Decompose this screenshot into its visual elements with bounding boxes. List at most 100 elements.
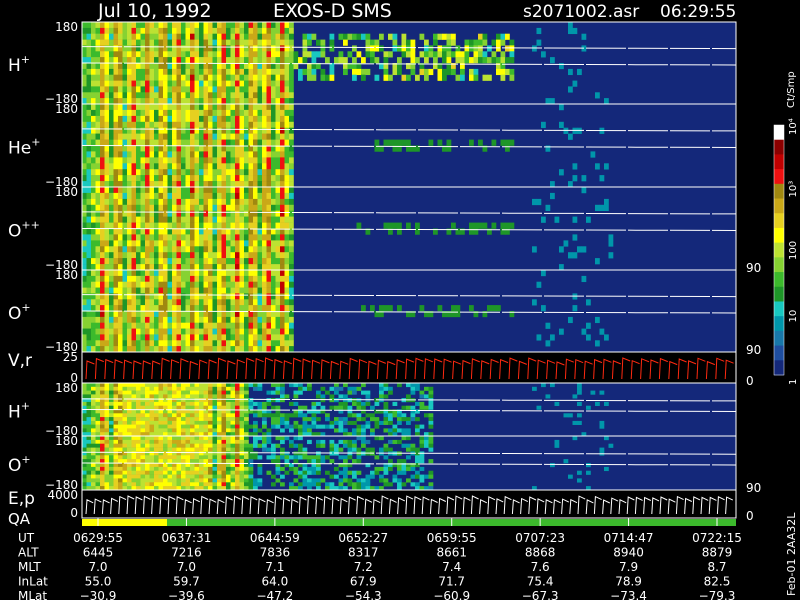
spectrogram-cell [185,104,191,111]
spectrogram-cell [185,398,191,403]
spectrogram-cell [347,470,353,475]
spectrogram-cell [325,455,330,460]
spectrogram-cell [280,394,285,399]
spectrogram-cell [221,57,227,64]
spectrogram-cell [127,264,132,271]
spectrogram-cell [140,428,146,433]
spectrogram-cell [181,222,186,229]
spectrogram-cell [181,39,186,46]
spectrogram-cell [374,39,380,46]
spectrogram-cell [541,216,546,223]
spectrogram-cell [401,405,407,410]
spectrogram-cell [383,417,389,422]
spectrogram-cell [334,386,339,391]
spectrogram-cell [289,455,294,460]
spectrogram-cell [163,405,168,410]
spectrogram-cell [149,240,155,247]
spectrogram-cell [172,346,177,353]
spectrogram-cell [199,299,204,306]
spectrogram-cell [122,80,128,87]
qa-label: QA [8,510,31,528]
spectrogram-cell [136,482,141,487]
spectrogram-cell [145,466,150,472]
spectrogram-cell [208,258,213,265]
spectrogram-cell [131,466,137,472]
spectrogram-cell [473,45,479,52]
spectrogram-cell [167,474,173,479]
spectrogram-cell [397,68,402,76]
spectrogram-cell [131,74,137,81]
spectrogram-cell [91,334,96,341]
spectrogram-cell [104,27,110,35]
spectrogram-cell [275,210,281,217]
spectrogram-cell [239,264,245,271]
spectrogram-cell [172,181,177,188]
spectrogram-cell [262,222,267,229]
spectrogram-cell [343,420,348,425]
spectrogram-cell [176,151,182,158]
spectrogram-cell [109,443,114,448]
spectrogram-cell [181,311,186,318]
spectrogram-cell [145,470,150,475]
spectrogram-cell [149,413,155,418]
spectrogram-cell [257,187,263,194]
spectrogram-cell [86,234,92,241]
spectrogram-cell [253,169,258,176]
spectrogram-cell [91,33,96,40]
spectrogram-cell [86,33,92,40]
spectrogram-cell [280,80,285,87]
spectrogram-cell [280,264,285,271]
spectrogram-cell [91,436,96,441]
spectrogram-cell [167,383,173,388]
y-tick-max: 180 [55,268,78,282]
spectrogram-cell [127,51,132,58]
spectrogram-cell [95,386,101,391]
spectrogram-cell [302,455,308,460]
spectrogram-cell [217,74,222,81]
spectrogram-cell [145,192,150,200]
spectrogram-cell [244,287,249,294]
ephemeris-value: 82.5 [704,575,731,589]
spectrogram-cell [568,474,573,479]
spectrogram-cell [248,234,254,241]
spectrogram-cell [244,383,249,388]
spectrogram-cell [338,401,344,406]
spectrogram-cell [235,121,240,129]
spectrogram-cell [194,222,200,229]
spectrogram-cell [194,68,200,76]
spectrogram-cell [289,299,294,306]
spectrogram-cell [266,27,272,35]
spectrogram-cell [230,424,236,429]
spectrogram-cell [230,383,236,388]
spectrogram-cell [388,466,393,472]
spectrogram-cell [505,57,510,64]
spectrogram-cell [176,401,182,406]
spectrogram-cell [127,109,132,117]
spectrogram-cell [208,443,213,448]
spectrogram-cell [118,299,123,306]
spectrogram-cell [122,151,128,158]
spectrogram-cell [311,455,317,460]
spectrogram-cell [289,428,294,433]
spectrogram-cell [154,439,159,445]
spectrogram-cell [100,234,105,241]
spectrogram-cell [100,216,105,223]
spectrogram-cell [145,121,150,129]
spectrogram-cell [140,466,146,472]
spectrogram-cell [311,466,317,472]
spectrogram-cell [131,139,137,146]
spectrogram-cell [203,322,209,329]
spectrogram-cell [244,451,249,456]
spectrogram-cell [208,127,213,134]
spectrogram-cell [118,234,123,241]
spectrogram-cell [82,482,87,487]
spectrogram-cell [172,383,177,388]
spectrogram-cell [172,455,177,460]
spectrogram-cell [199,228,204,235]
spectrogram-cell [217,57,222,64]
spectrogram-cell [221,51,227,58]
spectrogram-cell [91,390,96,395]
spectrogram-cell [253,234,258,241]
spectrogram-cell [230,322,236,329]
spectrogram-cell [235,39,240,46]
